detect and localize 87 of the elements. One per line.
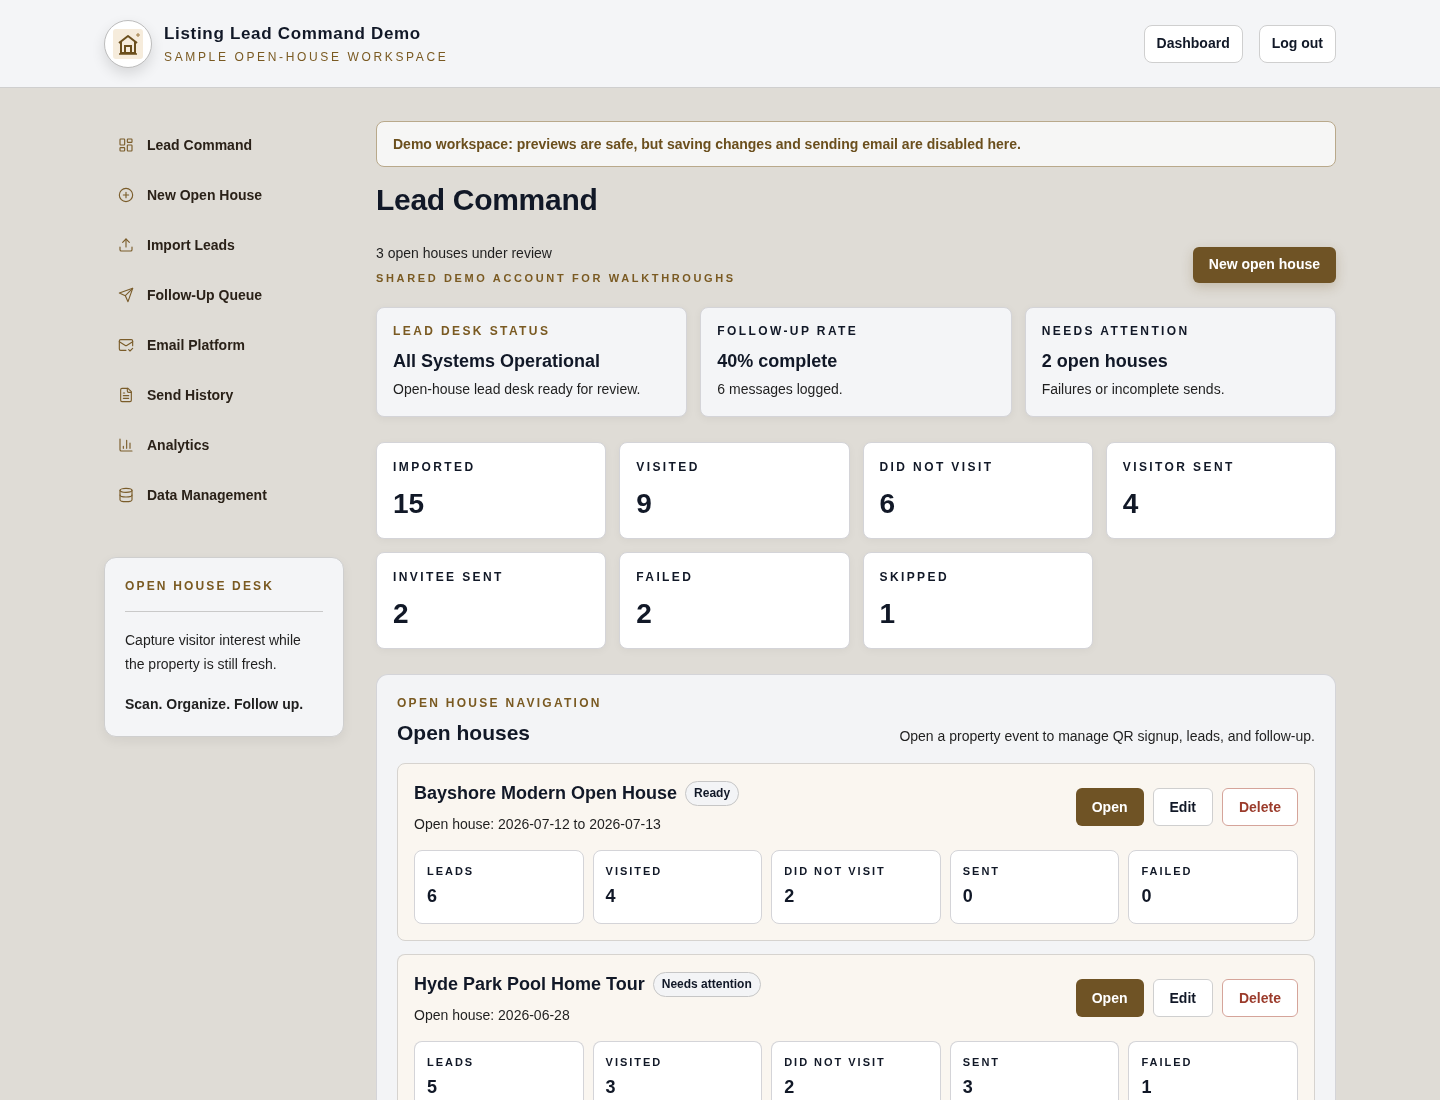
envelope-check-icon [118, 337, 134, 353]
summary-text: 3 open houses under review [376, 244, 553, 263]
action-button[interactable]: Delete [1221, 979, 1298, 1017]
card-value: 2 open houses [1041, 350, 1169, 373]
account-note: SHARED DEMO ACCOUNT FOR WALKTHROUGHS [376, 271, 736, 286]
card-title: OPEN HOUSE DESK [125, 578, 276, 594]
sidebar-item[interactable]: Send History [104, 370, 344, 420]
stat-label: FAILED [1141, 864, 1194, 878]
bar-chart-icon [118, 437, 134, 453]
section-title: Open houses [397, 720, 531, 746]
app-subtitle: SAMPLE OPEN-HOUSE WORKSPACE [164, 49, 449, 64]
stat-label: FAILED [1141, 1055, 1194, 1069]
status-badge: Ready [685, 780, 740, 806]
action-button[interactable]: Edit [1152, 979, 1213, 1017]
header-button[interactable]: Dashboard [1143, 24, 1243, 63]
sidebar-item[interactable]: Lead Command [104, 120, 344, 170]
grid-icon [118, 137, 134, 153]
plus-circle-icon [118, 187, 134, 203]
stat-label: DID NOT VISIT [879, 459, 995, 475]
sidebar-item[interactable]: Email Platform [104, 320, 344, 370]
stat-label: VISITED [605, 864, 664, 878]
stat-label: DID NOT VISIT [784, 864, 887, 878]
status-badge: Needs attention [652, 971, 761, 997]
action-button[interactable]: Open [1075, 979, 1144, 1017]
sidebar-item[interactable]: Analytics [104, 420, 344, 470]
stat-label: SKIPPED [879, 569, 950, 585]
card-label: NEEDS ATTENTION [1041, 323, 1191, 339]
section-hint: Open a property event to manage QR signup, leads, and follow-up. [899, 727, 1315, 746]
stat-value: 5 [427, 1077, 438, 1097]
stat-value: 3 [605, 1077, 617, 1097]
card-value: All Systems Operational [393, 350, 602, 373]
section-eyebrow: OPEN HOUSE NAVIGATION [397, 695, 603, 711]
stat-value: 15 [393, 488, 426, 520]
stat-value: 2 [784, 1077, 796, 1097]
event-name: Hyde Park Pool Home Tour [414, 973, 645, 996]
stat-value: 0 [1141, 886, 1153, 906]
sidebar-item[interactable]: Follow-Up Queue [104, 270, 344, 320]
paper-plane-icon [118, 287, 134, 303]
stat-value: 6 [427, 886, 438, 906]
card-tagline: Scan. Organize. Follow up. [125, 695, 305, 714]
stat-label: SENT [962, 864, 1002, 878]
stat-value: 2 [393, 598, 410, 630]
event-dates: Open house: 2026-07-12 to 2026-07-13 [414, 815, 662, 834]
stat-value: 3 [962, 1077, 974, 1097]
stat-label: LEADS [427, 1055, 476, 1069]
card-value: 40% complete [717, 350, 839, 373]
card-text: Capture visitor interest while the property is still fresh. [125, 631, 302, 674]
stat-label: IMPORTED [393, 459, 477, 475]
stat-value: 9 [636, 488, 653, 520]
stat-label: VISITED [605, 1055, 664, 1069]
stat-value: 6 [879, 488, 897, 520]
sidebar-item[interactable]: New Open House [104, 170, 344, 220]
stat-label: DID NOT VISIT [784, 1055, 887, 1069]
action-button[interactable]: Open [1075, 788, 1144, 826]
page-title: Lead Command [376, 182, 599, 218]
app-title: Listing Lead Command Demo [164, 23, 422, 44]
house-logo-icon [104, 19, 152, 68]
upload-icon [118, 237, 134, 253]
stat-value: 4 [1122, 488, 1140, 520]
document-icon [118, 387, 134, 403]
stat-value: 2 [636, 598, 653, 630]
card-detail: 6 messages logged. [717, 380, 844, 399]
action-button[interactable]: Edit [1152, 788, 1213, 826]
card-label: LEAD DESK STATUS [393, 323, 552, 339]
stat-value: 1 [879, 598, 897, 630]
event-dates: Open house: 2026-06-28 [414, 1006, 571, 1025]
database-icon [118, 487, 134, 503]
stat-label: VISITOR SENT [1122, 459, 1236, 475]
notice-banner: Demo workspace: previews are safe, but saving changes and sending email are disabled here. [376, 121, 1336, 167]
stat-label: VISITED [636, 459, 701, 475]
stat-label: FAILED [636, 569, 695, 585]
stat-value: 1 [1141, 1077, 1153, 1097]
stat-value: 0 [962, 886, 974, 906]
event-name: Bayshore Modern Open House [414, 782, 678, 805]
action-button[interactable]: Delete [1221, 788, 1298, 826]
stat-label: INVITEE SENT [393, 569, 505, 585]
stat-label: SENT [962, 1055, 1002, 1069]
stat-value: 2 [784, 886, 796, 906]
stat-value: 4 [605, 886, 617, 906]
stat-label: LEADS [427, 864, 476, 878]
card-detail: Open-house lead desk ready for review. [393, 380, 642, 399]
sidebar-item[interactable]: Data Management [104, 470, 344, 520]
sidebar-item[interactable]: Import Leads [104, 220, 344, 270]
card-label: FOLLOW-UP RATE [717, 323, 860, 339]
header-button[interactable]: Log out [1258, 24, 1336, 63]
new-open-house-button[interactable]: New open house [1192, 246, 1336, 283]
card-detail: Failures or incomplete sends. [1041, 380, 1226, 399]
